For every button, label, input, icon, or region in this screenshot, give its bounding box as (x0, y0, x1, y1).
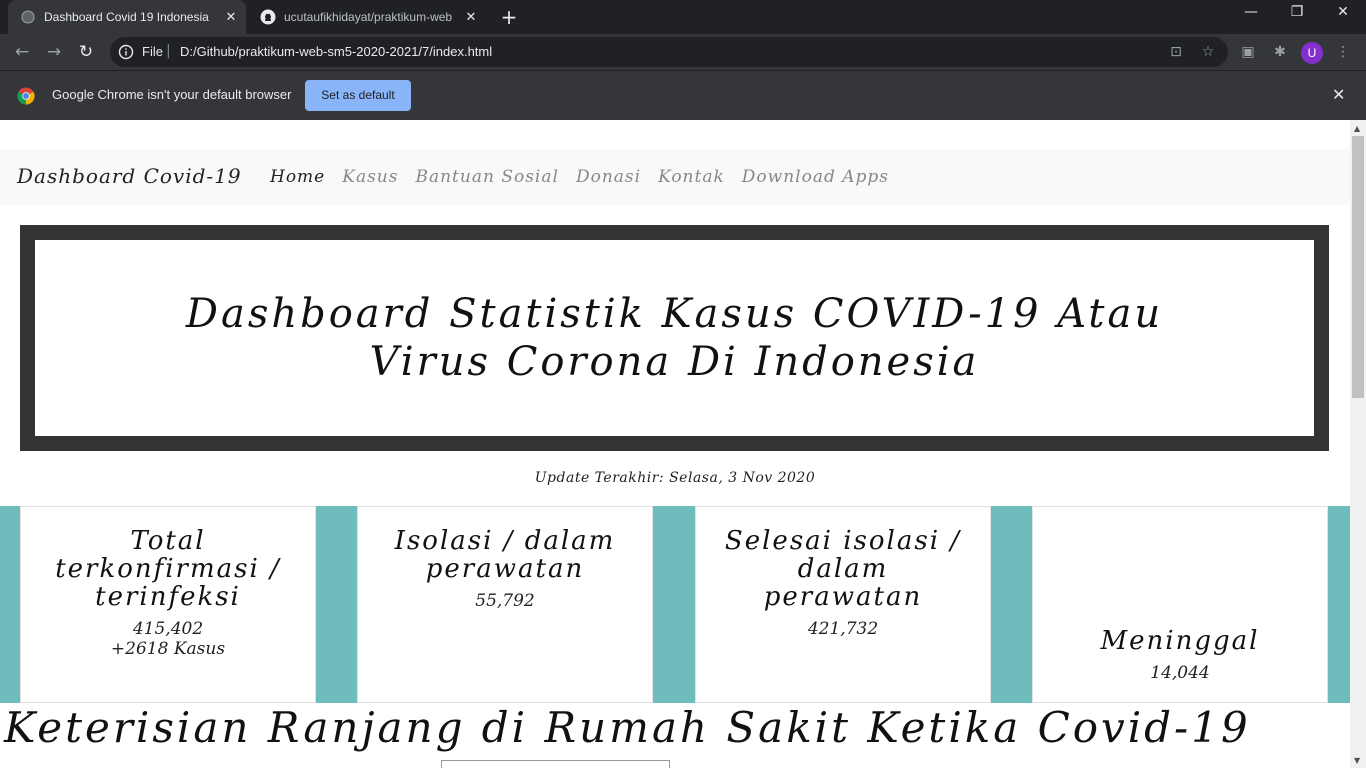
tab-dashboard[interactable]: Dashboard Covid 19 Indonesia ✕ (8, 0, 246, 34)
url-scheme: File (142, 44, 163, 59)
minimize-icon[interactable]: — (1236, 4, 1266, 20)
stats-cards: Total terkonfirmasi / terinfeksi 415,402… (0, 506, 1350, 703)
hero-banner: Dashboard Statistik Kasus COVID-19 Atau … (20, 225, 1329, 451)
tab-title: Dashboard Covid 19 Indonesia (44, 10, 209, 24)
hero-inner: Dashboard Statistik Kasus COVID-19 Atau … (35, 240, 1314, 436)
back-icon[interactable]: ← (11, 41, 33, 63)
menu-icon[interactable]: ⋮ (1334, 43, 1352, 61)
nav-kontak[interactable]: Kontak (658, 167, 725, 187)
page-title: Dashboard Statistik Kasus COVID-19 Atau … (185, 291, 1164, 385)
globe-icon (20, 9, 36, 25)
scrollbar-thumb[interactable] (1352, 136, 1364, 398)
address-bar[interactable]: File | D:/Github/praktikum-web-sm5-2020-… (110, 37, 1228, 67)
close-window-icon[interactable]: ✕ (1328, 4, 1358, 20)
card-value: 421,732 (807, 619, 879, 639)
card-title: Selesai isolasi / dalam perawatan (724, 526, 962, 612)
puzzle-icon[interactable]: ✱ (1271, 43, 1289, 61)
page-viewport: Dashboard Covid-19 Home Kasus Bantuan So… (0, 120, 1350, 768)
site-navbar: Dashboard Covid-19 Home Kasus Bantuan So… (0, 149, 1350, 205)
tab-strip: Dashboard Covid 19 Indonesia ✕ ucutaufik… (0, 0, 1366, 34)
card-extra: +2618 Kasus (110, 639, 226, 659)
set-default-button[interactable]: Set as default (305, 80, 411, 111)
close-icon[interactable]: ✕ (1332, 85, 1345, 104)
chart-container-edge (441, 760, 670, 768)
card-title: Meninggal (1100, 626, 1260, 656)
url-separator: | (166, 43, 171, 59)
info-icon[interactable] (118, 44, 134, 60)
chrome-logo-icon (17, 87, 35, 109)
browser-toolbar: ← → ↻ File | D:/Github/praktikum-web-sm5… (0, 34, 1366, 70)
restore-icon[interactable]: ❐ (1282, 4, 1312, 20)
scroll-up-icon[interactable]: ▲ (1354, 124, 1360, 133)
tab-title: ucutaufikhidayat/praktikum-web (284, 10, 453, 24)
forward-icon[interactable]: → (43, 41, 65, 63)
card-value: 14,044 (1150, 663, 1210, 683)
scroll-down-icon[interactable]: ▼ (1354, 756, 1360, 765)
close-icon[interactable]: ✕ (222, 9, 240, 25)
close-icon[interactable]: ✕ (462, 9, 480, 25)
nav-download-apps[interactable]: Download Apps (742, 167, 889, 187)
nav-kasus[interactable]: Kasus (342, 167, 398, 187)
card-title: Total terkonfirmasi / terinfeksi (55, 526, 281, 612)
nav-donasi[interactable]: Donasi (576, 167, 641, 187)
section-heading: Keterisian Ranjang di Rumah Sakit Ketika… (4, 703, 1251, 752)
card-recovered: Selesai isolasi / dalam perawatan 421,73… (695, 506, 991, 703)
nav-bantuan-sosial[interactable]: Bantuan Sosial (415, 167, 558, 187)
avatar[interactable]: U (1301, 42, 1323, 64)
card-value: 55,792 (475, 591, 535, 611)
nav-home[interactable]: Home (270, 167, 325, 187)
card-title: Isolasi / dalam perawatan (394, 526, 616, 584)
reload-icon[interactable]: ↻ (75, 41, 97, 63)
url-text[interactable]: D:/Github/praktikum-web-sm5-2020-2021/7/… (180, 44, 492, 59)
new-tab-button[interactable]: + (497, 6, 521, 28)
card-deaths: Meninggal 14,044 (1032, 506, 1328, 703)
last-update-text: Update Terakhir: Selasa, 3 Nov 2020 (534, 470, 816, 486)
card-total-confirmed: Total terkonfirmasi / terinfeksi 415,402… (20, 506, 316, 703)
tab-github[interactable]: ucutaufikhidayat/praktikum-web ✕ (248, 0, 486, 34)
card-value: 415,402 (132, 619, 204, 639)
nav-links: Home Kasus Bantuan Sosial Donasi Kontak … (270, 167, 889, 187)
scrollbar[interactable]: ▲ ▼ (1350, 120, 1366, 768)
github-icon (260, 9, 276, 25)
infobar-message: Google Chrome isn't your default browser (52, 87, 292, 102)
site-brand[interactable]: Dashboard Covid-19 (17, 164, 242, 188)
translate-icon[interactable]: ⊡ (1168, 44, 1184, 60)
card-isolation: Isolasi / dalam perawatan 55,792 (357, 506, 653, 703)
extension-icon[interactable]: ▣ (1239, 43, 1257, 61)
default-browser-infobar: Google Chrome isn't your default browser… (0, 70, 1366, 120)
star-icon[interactable]: ☆ (1200, 44, 1216, 60)
